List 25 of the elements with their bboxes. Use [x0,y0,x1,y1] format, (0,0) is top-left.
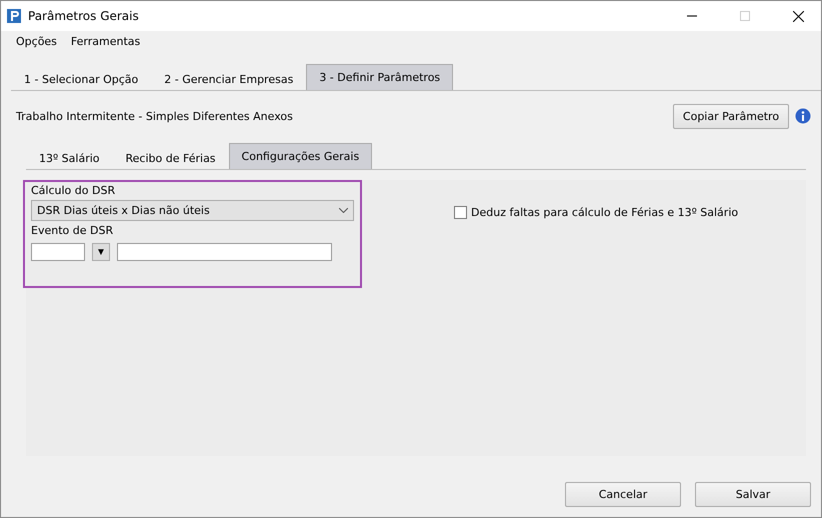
tab[interactable]: 1 - Selecionar Opção [11,67,152,90]
section-title: Trabalho Intermitente - Simples Diferentes Anexos [16,110,294,122]
event-code-field[interactable] [31,243,85,261]
window-title: Parâmetros Gerais [28,9,140,23]
tab[interactable]: 3 - Definir Parâmetros [306,64,454,90]
tab[interactable]: Configurações Gerais [228,143,372,169]
tab[interactable]: 2 - Gerenciar Empresas [151,67,306,90]
close-icon[interactable] [792,10,804,22]
event-description-field[interactable] [117,243,332,261]
copy-parameter-button[interactable]: Copiar Parâmetro [673,104,789,128]
lookup-button[interactable]: ▼ [92,243,110,261]
tab[interactable]: 13º Salário [26,146,113,169]
menu-item[interactable]: Opções [16,35,57,50]
checkbox[interactable] [454,206,467,218]
dialog-button[interactable]: Salvar [695,482,811,507]
chevron-down-icon [339,208,348,213]
tab[interactable]: Recibo de Férias [112,146,229,169]
checkbox-label: Deduz faltas para cálculo de Férias e 13º Salário [471,206,738,218]
dialog-button[interactable]: Cancelar [565,482,681,507]
app-logo-icon [7,9,21,23]
dsr-calculation-dropdown[interactable]: DSR Dias úteis x Dias não úteis [31,200,354,221]
info-icon[interactable] [795,108,811,124]
field-label: Evento de DSR [31,224,114,237]
menu-item[interactable]: Ferramentas [70,35,140,50]
field-label: Cálculo do DSR [31,184,116,197]
